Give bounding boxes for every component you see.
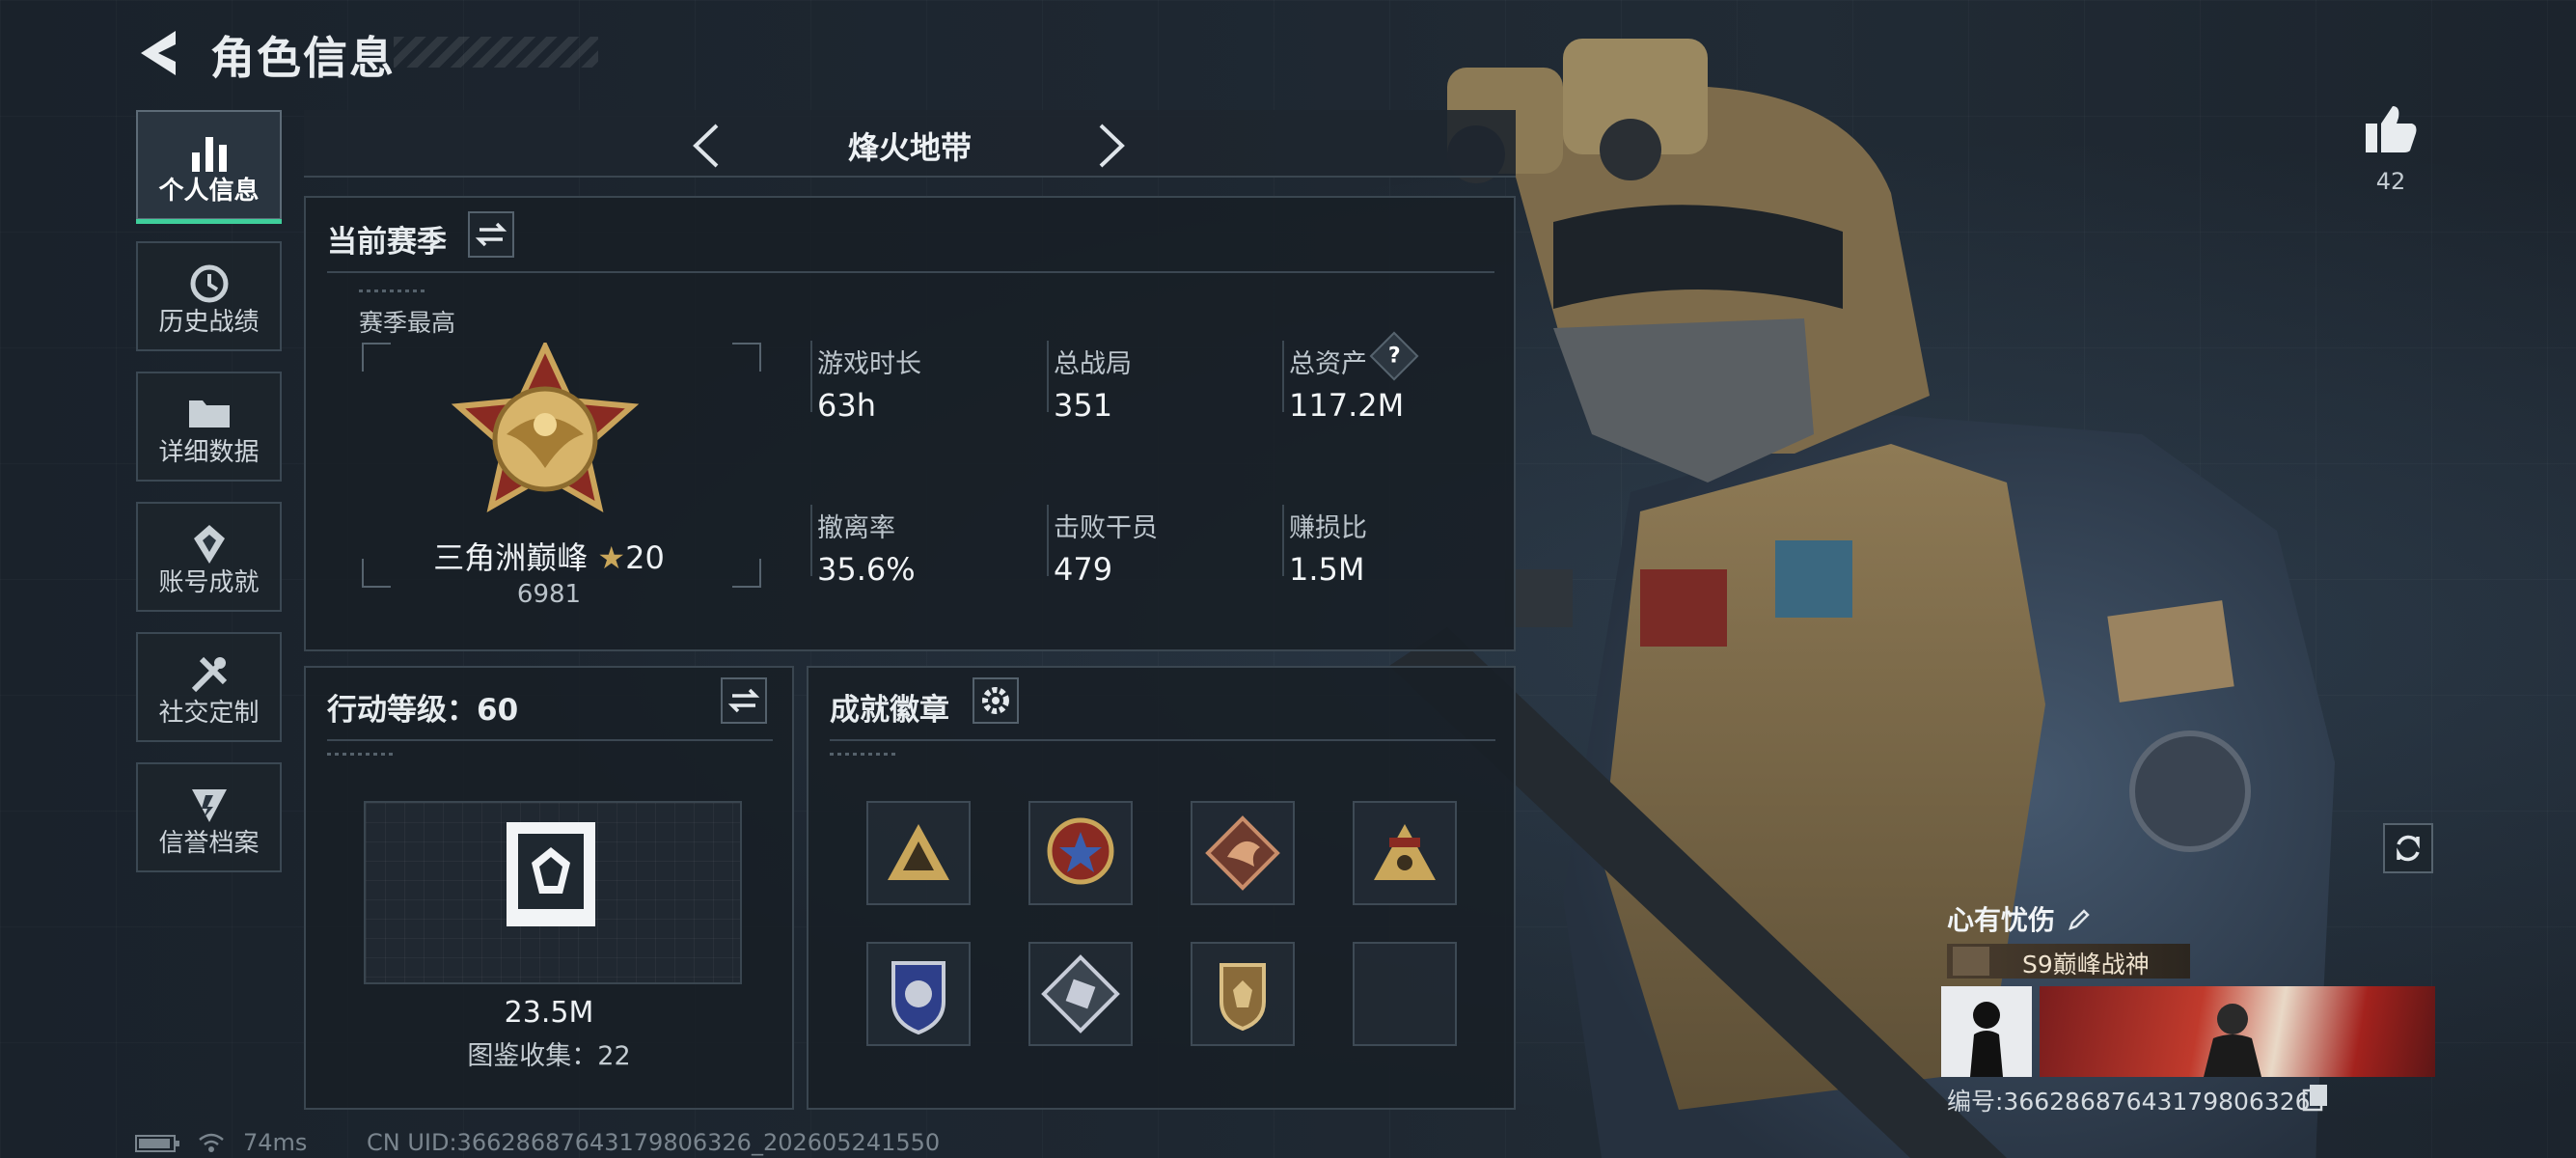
like-count: 42 xyxy=(2375,168,2406,195)
title-tag: S9巅峰战神 xyxy=(1947,944,2190,979)
gear-icon xyxy=(982,687,1009,714)
sidebar-item-reputation[interactable]: 信誉档案 xyxy=(136,762,282,872)
badge-slot[interactable] xyxy=(1191,801,1295,905)
sidebar-item-detailed-data[interactable]: 详细数据 xyxy=(136,372,282,482)
next-mode-arrow-icon[interactable] xyxy=(1095,122,1130,170)
collection-case-icon xyxy=(507,822,595,926)
swap-icon xyxy=(727,688,760,713)
badge-settings-button[interactable] xyxy=(973,677,1019,724)
page-title: 角色信息 xyxy=(210,32,396,84)
stat-value-total-assets: 117.2M xyxy=(1289,387,1405,424)
stat-label-extraction-rate: 撤离率 xyxy=(817,513,895,543)
diamond-badge-icon xyxy=(1041,954,1120,1034)
sidebar-item-history[interactable]: 历史战绩 xyxy=(136,241,282,351)
help-icon[interactable]: ? xyxy=(1369,331,1419,381)
thumbs-up-icon[interactable] xyxy=(2364,102,2418,154)
wifi-icon xyxy=(199,1133,224,1152)
mode-name: 烽火地带 xyxy=(847,129,972,166)
folder-icon xyxy=(188,400,230,427)
refresh-icon xyxy=(2397,835,2420,862)
badge-slot[interactable] xyxy=(1028,801,1133,905)
badge-slot[interactable] xyxy=(866,801,971,905)
tools-icon xyxy=(191,656,227,693)
badge-slot[interactable] xyxy=(1028,942,1133,1046)
back-arrow-icon[interactable] xyxy=(135,27,183,79)
triangle-badge-icon xyxy=(888,824,949,880)
stat-value-profit-loss-ratio: 1.5M xyxy=(1289,551,1365,588)
stat-label-total-assets: 总资产 xyxy=(1289,349,1367,379)
season-switch-button[interactable] xyxy=(468,211,514,258)
refresh-button[interactable] xyxy=(2383,823,2433,873)
action-level-switch-button[interactable] xyxy=(721,677,767,724)
rank-points: 6981 xyxy=(516,580,582,609)
mode-selector: 烽火地带 xyxy=(304,110,1516,178)
badge-slot-empty[interactable] xyxy=(1353,942,1457,1046)
sidebar-item-social-custom[interactable]: 社交定制 xyxy=(136,632,282,742)
rank-name: 三角洲巅峰 xyxy=(433,539,589,576)
winged-triangle-badge-icon xyxy=(1374,824,1436,880)
sidebar-item-achievements[interactable]: 账号成就 xyxy=(136,502,282,612)
stat-label-operators-defeated: 击败干员 xyxy=(1054,513,1158,543)
collection-value: 23.5M xyxy=(504,996,594,1030)
stat-label-total-matches: 总战局 xyxy=(1054,349,1132,379)
sidebar-item-personal-info[interactable]: 个人信息 xyxy=(136,110,282,224)
stat-value-extraction-rate: 35.6% xyxy=(817,551,916,588)
badge-slot[interactable] xyxy=(1191,942,1295,1046)
title-decoration xyxy=(394,37,598,68)
stat-label-profit-loss-ratio: 赚损比 xyxy=(1289,513,1367,543)
rank-stars: 20 xyxy=(625,539,665,576)
ping-indicator: 74ms xyxy=(243,1129,308,1156)
player-id: 编号:3662868764317980​6326 xyxy=(1947,1088,2311,1116)
bar-chart-icon xyxy=(191,137,227,172)
rank-medal-icon xyxy=(451,343,640,512)
badges-panel: 成就徽章 xyxy=(807,666,1516,1110)
avatar-silhouette-icon xyxy=(1970,1002,2003,1077)
badge-slot[interactable] xyxy=(866,942,971,1046)
stat-value-operators-defeated: 479 xyxy=(1054,551,1113,588)
banner-figure-image xyxy=(2204,1004,2261,1077)
gold-shield-badge-icon xyxy=(1219,963,1266,1032)
season-title: 当前赛季 xyxy=(327,225,447,260)
history-icon xyxy=(190,264,228,303)
stat-label-playtime: 游戏时长 xyxy=(817,349,921,379)
uid-watermark: CN UID:3662868764317980​6326_20260524155… xyxy=(367,1129,941,1156)
star-seal-badge-icon xyxy=(1047,817,1114,885)
achievement-icon xyxy=(193,525,225,564)
season-panel: 当前赛季 赛季最高 三角洲巅峰 ★20 6981 游戏时长 63h 总战局 35… xyxy=(304,196,1516,651)
avatar[interactable] xyxy=(1941,986,2032,1077)
police-shield-badge-icon xyxy=(891,961,945,1035)
star-icon: ★ xyxy=(597,539,626,576)
battery-icon xyxy=(135,1135,179,1152)
name-card-banner[interactable] xyxy=(2040,986,2435,1077)
swap-icon xyxy=(475,222,507,247)
stat-value-total-matches: 351 xyxy=(1054,387,1113,424)
stat-value-playtime: 63h xyxy=(817,387,876,424)
dragon-badge-icon xyxy=(1205,815,1280,891)
season-best-label: 赛季最高 xyxy=(359,309,456,337)
badges-title: 成就徽章 xyxy=(830,693,949,728)
reputation-icon xyxy=(191,789,227,822)
badge-slot[interactable] xyxy=(1353,801,1457,905)
player-nickname: 心有忧伤 xyxy=(1947,904,2056,936)
action-level-title: 行动等级：60 xyxy=(327,693,519,728)
copy-icon[interactable] xyxy=(2302,1083,2329,1112)
title-tag-label: S9巅峰战神 xyxy=(2022,951,2150,979)
tag-emblem-icon xyxy=(1953,947,1989,976)
action-level-panel: 行动等级：60 23.5M 图鉴收集：22 xyxy=(304,666,794,1110)
collection-count: 图鉴收集：22 xyxy=(467,1041,631,1071)
edit-icon[interactable] xyxy=(2065,905,2094,934)
